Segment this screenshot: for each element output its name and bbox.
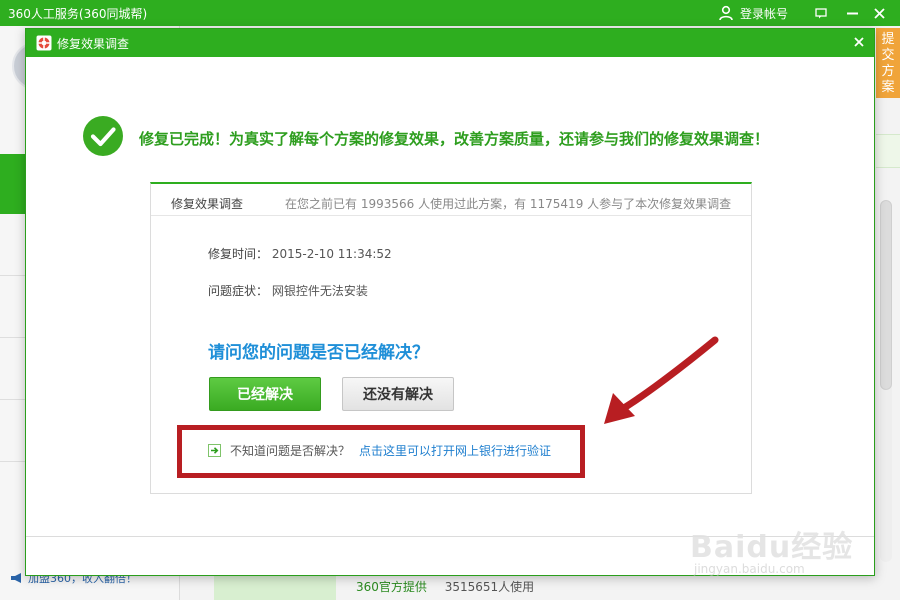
symptom-label: 问题症状： [208, 284, 269, 298]
close-icon [854, 37, 864, 47]
dialog-title: 修复效果调查 [57, 37, 130, 51]
official-label: 360官方提供 [356, 580, 427, 594]
symptom-row: 问题症状： 网银控件无法安装 [208, 282, 368, 299]
minimize-button[interactable] [841, 3, 863, 23]
baidu-watermark: Baidu经验 jingyan.baidu.com [690, 522, 880, 580]
repair-time-value: 2015-2-10 11:34:52 [271, 247, 392, 261]
message-button[interactable] [810, 3, 832, 23]
usage-count: 3515651人使用 [444, 580, 535, 594]
minimize-icon [846, 12, 858, 14]
result-thumbnail [214, 576, 336, 600]
app-close-button[interactable] [868, 3, 890, 23]
login-label: 登录帐号 [740, 6, 789, 21]
megaphone-icon [11, 573, 21, 583]
app-title: 360人工服务(360同城帮) [8, 7, 148, 21]
dialog-close-button[interactable] [850, 33, 868, 51]
success-message: 修复已完成！为真实了解每个方案的修复效果，改善方案质量，还请参与我们的修复效果调… [139, 130, 770, 148]
annotation-highlight-box [177, 425, 585, 478]
solution-info: 360官方提供 3515651人使用 [356, 578, 534, 595]
not-solved-button[interactable]: 还没有解决 [342, 377, 454, 411]
survey-card-header: 修复效果调查 在您之前已有 1993566 人使用过此方案，有 1175419 … [151, 184, 751, 216]
repair-time-label: 修复时间： [208, 247, 269, 261]
watermark-logo: Baidu经验 [690, 530, 854, 565]
watermark-url: jingyan.baidu.com [694, 562, 805, 576]
solved-button[interactable]: 已经解决 [209, 377, 321, 411]
login-button[interactable]: 登录帐号 [718, 3, 788, 23]
right-strip [876, 134, 900, 168]
repair-time-row: 修复时间： 2015-2-10 11:34:52 [208, 245, 392, 262]
close-icon [873, 7, 885, 19]
message-icon [815, 7, 827, 18]
survey-stats: 在您之前已有 1993566 人使用过此方案，有 1175419 人参与了本次修… [285, 197, 732, 211]
user-icon [719, 5, 733, 21]
dialog-header: 修复效果调查 [26, 29, 874, 57]
app-titlebar: 360人工服务(360同城帮) 登录帐号 [0, 0, 900, 26]
submit-solution-tab[interactable]: 提交方案 [876, 28, 900, 98]
resolved-question: 请问您的问题是否已经解决？ [208, 343, 429, 363]
symptom-value: 网银控件无法安装 [271, 284, 368, 298]
checkmark-icon [83, 116, 123, 156]
scrollbar-thumb[interactable] [880, 200, 892, 390]
repair-survey-dialog: 修复效果调查 修复已完成！为真实了解每个方案的修复效果，改善方案质量，还请参与我… [25, 28, 875, 576]
survey-card-title: 修复效果调查 [171, 197, 244, 211]
lifebuoy-icon [36, 35, 52, 51]
